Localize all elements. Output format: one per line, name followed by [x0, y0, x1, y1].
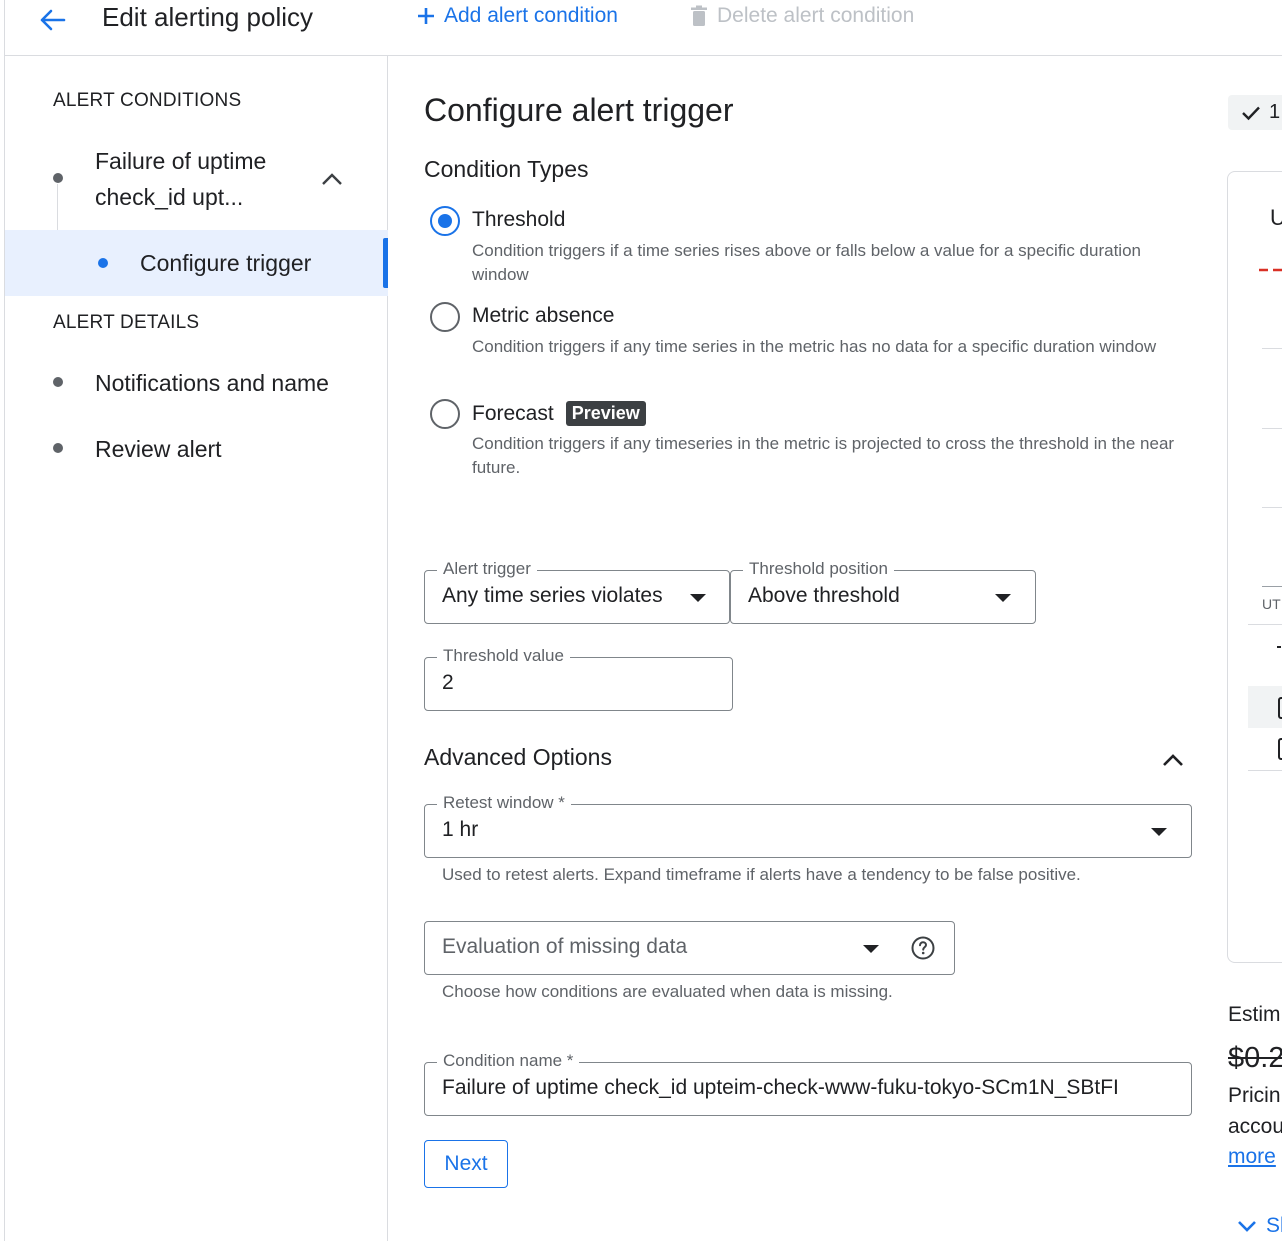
gridline — [1262, 348, 1282, 349]
right-toggle-label: 1 — [1269, 101, 1281, 123]
table-divider — [1248, 770, 1282, 771]
missing-data-hint: Choose how conditions are evaluated when… — [442, 982, 893, 1001]
bullet-dot — [98, 258, 108, 268]
field-label: Alert trigger — [437, 558, 537, 580]
field-value: Failure of uptime check_id upteim-check-… — [442, 1076, 1119, 1099]
delete-alert-condition-button[interactable]: Delete alert condition — [690, 4, 914, 28]
pricing-text: Pricin — [1228, 1084, 1281, 1107]
field-label: Threshold value — [437, 645, 570, 667]
chevron-up-icon[interactable] — [320, 171, 344, 187]
field-value: Above threshold — [748, 584, 900, 607]
preview-badge: Preview — [565, 401, 646, 426]
radio-label: Forecast — [472, 401, 554, 425]
right-toggle-button[interactable]: 1 — [1228, 95, 1282, 130]
radio-description: Condition triggers if a time series rise… — [472, 241, 1141, 284]
x-axis — [1262, 586, 1282, 587]
radio-label: Metric absence — [472, 304, 615, 327]
radio-button[interactable] — [430, 302, 460, 332]
field-placeholder: Evaluation of missing data — [442, 935, 688, 958]
legend-line-icon — [1277, 646, 1281, 648]
dropdown-caret-icon — [1151, 828, 1167, 836]
alert-conditions-heading: ALERT CONDITIONS — [53, 90, 242, 111]
gridline — [1262, 428, 1282, 429]
sidebar-item-notifications[interactable]: Notifications and name — [95, 365, 329, 401]
learn-more-link[interactable]: more — [1228, 1145, 1282, 1169]
delete-alert-condition-label: Delete alert condition — [717, 4, 915, 27]
bullet-dot — [53, 443, 63, 453]
gridline — [1262, 507, 1282, 508]
chart-title: U — [1270, 205, 1282, 231]
condition-line-2: check_id upt... — [95, 184, 244, 210]
estimate-label: Estim — [1228, 1003, 1281, 1026]
field-value: 1 hr — [442, 818, 479, 841]
show-more-toggle[interactable]: Sl — [1236, 1214, 1282, 1238]
condition-name-input[interactable]: Condition name * Failure of uptime check… — [424, 1050, 1192, 1116]
trash-icon — [691, 5, 707, 26]
dropdown-caret-icon — [690, 594, 706, 602]
radio-label-wrap: Forecast Preview — [472, 401, 646, 426]
radio-button[interactable] — [430, 399, 460, 429]
field-value: 2 — [442, 671, 454, 694]
missing-data-select[interactable]: Evaluation of missing data — [424, 921, 955, 975]
sidebar-item-condition[interactable]: Failure of uptime check_id upt... — [95, 143, 266, 215]
radio-label: Threshold — [472, 208, 566, 231]
active-indicator — [383, 238, 388, 288]
condition-line-1: Failure of uptime — [95, 148, 267, 174]
add-alert-condition-button[interactable]: Add alert condition — [416, 4, 618, 28]
chevron-down-icon — [1238, 1221, 1256, 1232]
page-title: Edit alerting policy — [102, 2, 313, 32]
radio-button-selected[interactable] — [430, 206, 460, 236]
price-strikethrough: $0.2 — [1228, 1042, 1282, 1074]
bullet-dot — [53, 173, 63, 183]
next-button[interactable]: Next — [424, 1140, 508, 1188]
chevron-up-icon[interactable] — [1161, 752, 1185, 768]
check-icon — [1242, 106, 1260, 120]
field-label: Retest window * — [437, 792, 571, 814]
sidebar: ALERT CONDITIONS Failure of uptime check… — [5, 56, 388, 1241]
sidebar-item-configure-trigger[interactable]: Configure trigger — [5, 230, 388, 296]
plus-icon — [418, 8, 434, 24]
threshold-value-input[interactable]: Threshold value 2 — [424, 645, 733, 711]
show-more-label: Sl — [1266, 1214, 1282, 1237]
axis-label: UT — [1262, 596, 1281, 612]
checkbox[interactable] — [1278, 738, 1282, 760]
checkbox[interactable] — [1278, 697, 1282, 719]
table-divider — [1248, 624, 1282, 625]
add-alert-condition-label: Add alert condition — [444, 4, 618, 27]
field-value: Any time series violates — [442, 584, 663, 607]
sidebar-item-review[interactable]: Review alert — [95, 431, 222, 467]
dropdown-caret-icon — [863, 945, 879, 953]
configure-trigger-label: Configure trigger — [140, 250, 312, 276]
radio-description: Condition triggers if any timeseries in … — [472, 434, 1175, 477]
advanced-options-heading: Advanced Options — [424, 744, 612, 770]
threshold-position-select[interactable]: Threshold position Above threshold — [730, 558, 1036, 624]
help-icon[interactable] — [911, 936, 935, 960]
threshold-dashed-line — [1259, 268, 1282, 272]
retest-window-hint: Used to retest alerts. Expand timeframe … — [442, 865, 1081, 884]
condition-types-heading: Condition Types — [424, 156, 589, 182]
back-arrow-icon[interactable] — [35, 6, 69, 34]
top-bar: Edit alerting policy Add alert condition… — [5, 0, 1282, 56]
bullet-dot — [53, 377, 63, 387]
section-title: Configure alert trigger — [424, 92, 734, 128]
field-label: Condition name * — [437, 1050, 580, 1072]
field-label: Threshold position — [743, 558, 894, 580]
pricing-text: accou — [1228, 1115, 1282, 1138]
alert-trigger-select[interactable]: Alert trigger Any time series violates — [424, 558, 730, 624]
preview-chart-card: U UT — [1227, 171, 1282, 963]
radio-description: Condition triggers if any time series in… — [472, 337, 1157, 356]
alert-details-heading: ALERT DETAILS — [53, 312, 200, 333]
legend-row-highlight — [1248, 686, 1282, 728]
dropdown-caret-icon — [995, 594, 1011, 602]
retest-window-select[interactable]: Retest window * 1 hr — [424, 792, 1192, 858]
